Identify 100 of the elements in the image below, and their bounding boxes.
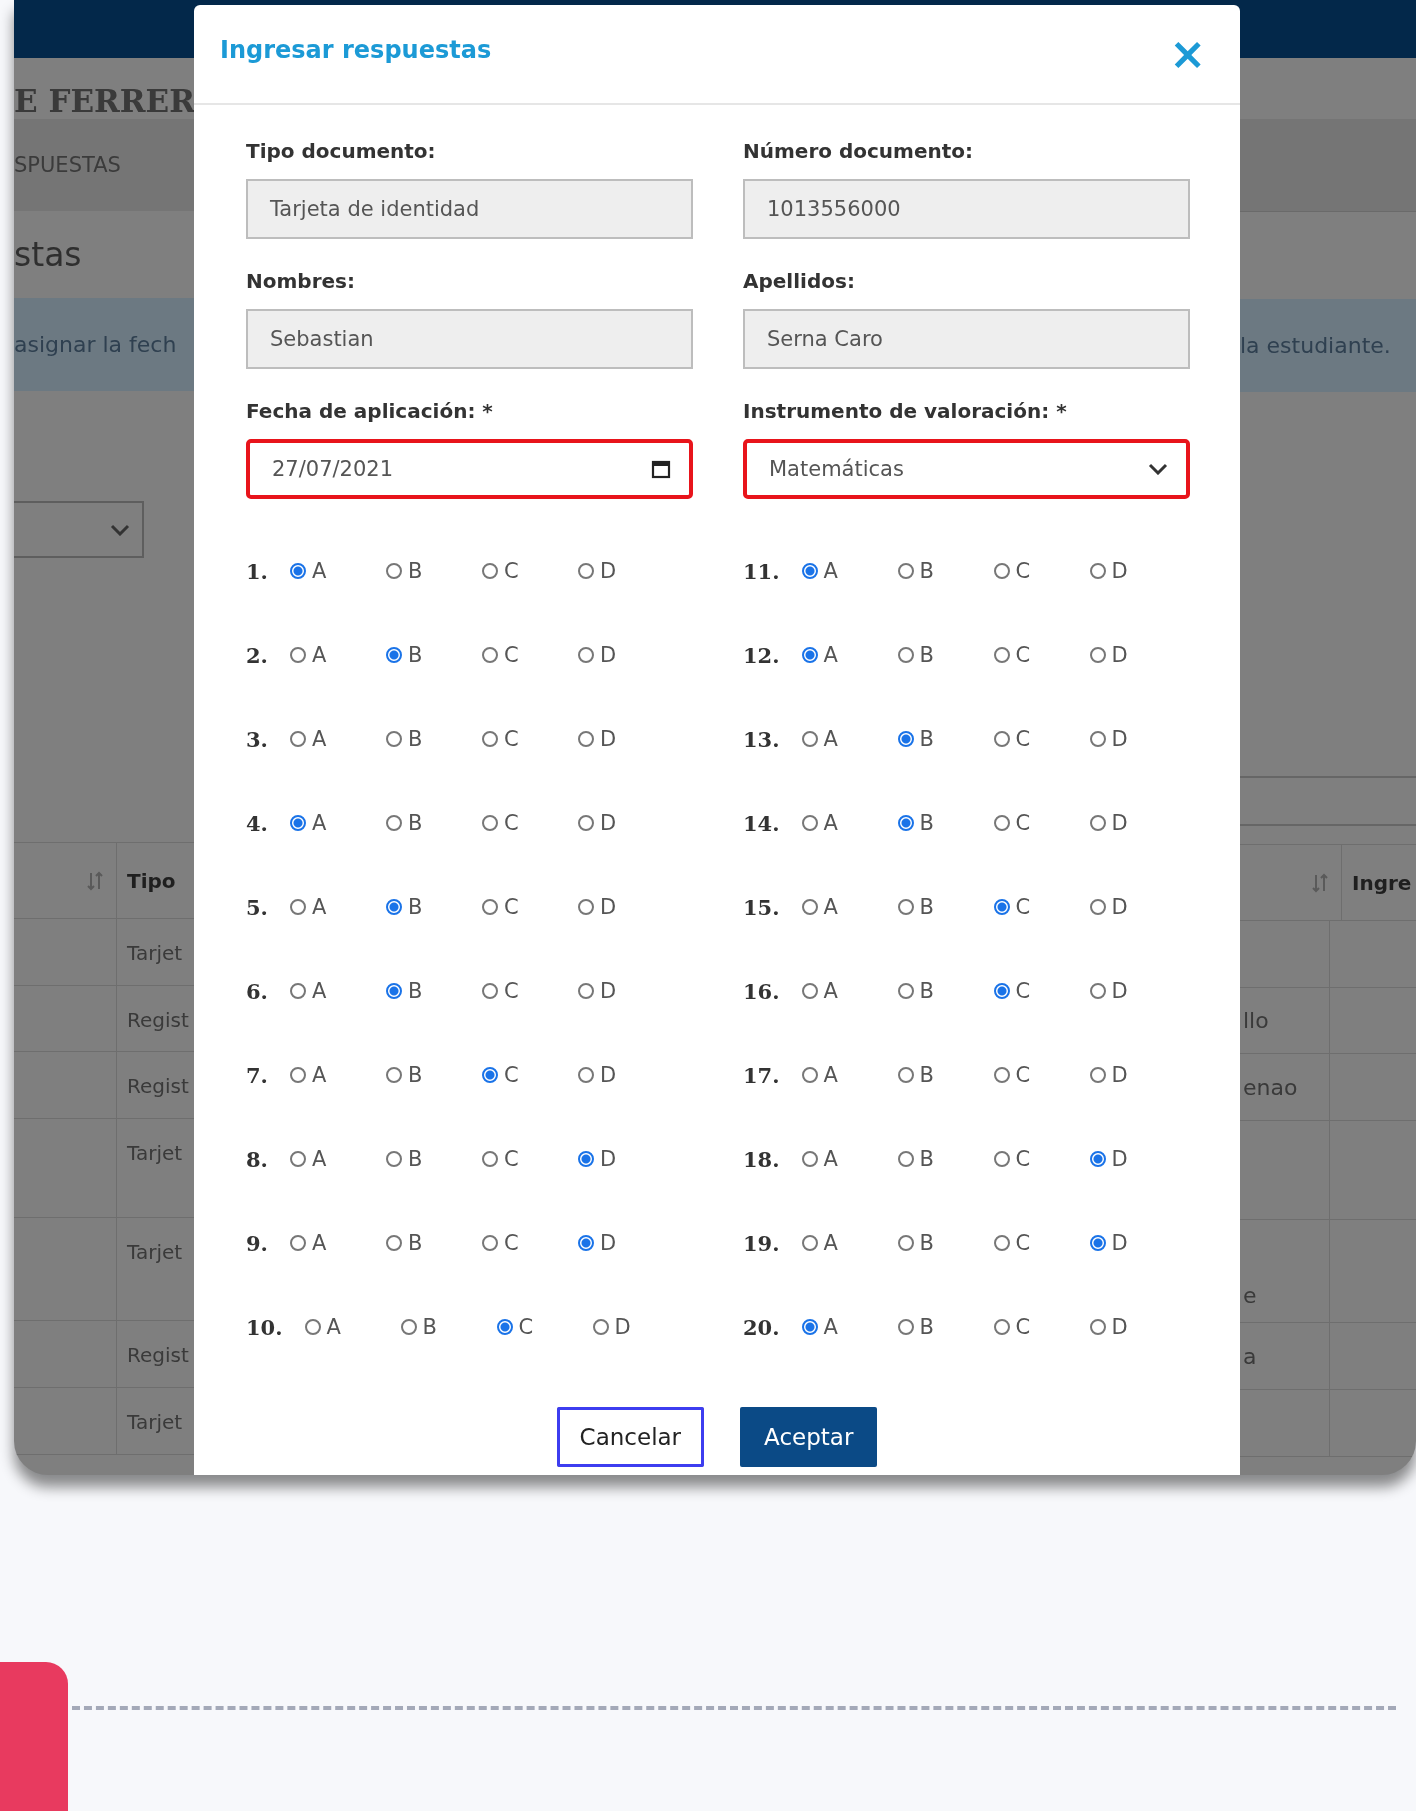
- radio-button[interactable]: [1089, 563, 1106, 579]
- radio-button[interactable]: [481, 647, 498, 663]
- radio-button[interactable]: [993, 899, 1010, 915]
- radio-button[interactable]: [801, 1067, 818, 1083]
- radio-button[interactable]: [897, 563, 914, 579]
- radio-button[interactable]: [801, 815, 818, 831]
- radio-button[interactable]: [801, 899, 818, 915]
- radio-button[interactable]: [385, 1067, 402, 1083]
- input-field[interactable]: Serna Caro: [743, 309, 1190, 369]
- radio-button[interactable]: [385, 983, 402, 999]
- radio-button[interactable]: [993, 983, 1010, 999]
- radio-button[interactable]: [897, 1319, 914, 1335]
- radio-button[interactable]: [289, 1067, 306, 1083]
- radio-button[interactable]: [385, 731, 402, 747]
- radio-button[interactable]: [577, 563, 594, 579]
- radio-button[interactable]: [801, 1319, 818, 1335]
- date-field[interactable]: 27/07/2021: [246, 439, 693, 499]
- input-field[interactable]: 1013556000: [743, 179, 1190, 239]
- radio-button[interactable]: [897, 1151, 914, 1167]
- radio-button[interactable]: [289, 1235, 306, 1251]
- option-label: D: [599, 1231, 617, 1255]
- radio-button[interactable]: [897, 1067, 914, 1083]
- radio-button[interactable]: [993, 647, 1010, 663]
- radio-button[interactable]: [481, 1067, 498, 1083]
- option-label: B: [919, 643, 934, 667]
- radio-button[interactable]: [801, 647, 818, 663]
- radio-button[interactable]: [577, 899, 594, 915]
- radio-button[interactable]: [481, 815, 498, 831]
- radio-button[interactable]: [993, 731, 1010, 747]
- radio-button[interactable]: [481, 899, 498, 915]
- radio-button[interactable]: [481, 1151, 498, 1167]
- radio-button[interactable]: [1089, 1151, 1106, 1167]
- radio-button[interactable]: [801, 983, 818, 999]
- radio-button[interactable]: [897, 815, 914, 831]
- option-label: C: [1015, 1147, 1031, 1171]
- radio-button[interactable]: [1089, 899, 1106, 915]
- radio-button[interactable]: [993, 1151, 1010, 1167]
- radio-button[interactable]: [577, 647, 594, 663]
- radio-button[interactable]: [496, 1319, 513, 1335]
- radio-button[interactable]: [993, 563, 1010, 579]
- radio-button[interactable]: [1089, 1235, 1106, 1251]
- radio-button[interactable]: [289, 899, 306, 915]
- radio-button[interactable]: [304, 1319, 321, 1335]
- option-label: D: [1111, 643, 1128, 667]
- radio-button[interactable]: [1089, 731, 1106, 747]
- radio-button[interactable]: [481, 983, 498, 999]
- radio-button[interactable]: [577, 1151, 594, 1167]
- radio-button[interactable]: [289, 983, 306, 999]
- radio-button[interactable]: [1089, 1067, 1106, 1083]
- input-field[interactable]: Tarjeta de identidad: [246, 179, 693, 239]
- radio-button[interactable]: [385, 1235, 402, 1251]
- radio-button[interactable]: [481, 731, 498, 747]
- dialog-title: Ingresar respuestas: [220, 36, 492, 64]
- radio-button[interactable]: [385, 647, 402, 663]
- radio-button[interactable]: [577, 731, 594, 747]
- radio-button[interactable]: [577, 1235, 594, 1251]
- input-field[interactable]: Sebastian: [246, 309, 693, 369]
- question-number: 19.: [743, 1230, 780, 1256]
- radio-button[interactable]: [993, 815, 1010, 831]
- radio-button[interactable]: [592, 1319, 609, 1335]
- question-number: 10.: [246, 1314, 283, 1340]
- field-label: Tipo documento:: [246, 139, 437, 163]
- radio-button[interactable]: [1089, 815, 1106, 831]
- radio-button[interactable]: [289, 815, 306, 831]
- radio-button[interactable]: [400, 1319, 417, 1335]
- radio-button[interactable]: [993, 1067, 1010, 1083]
- radio-button[interactable]: [801, 563, 818, 579]
- radio-button[interactable]: [289, 563, 306, 579]
- radio-button[interactable]: [577, 983, 594, 999]
- radio-button[interactable]: [385, 1151, 402, 1167]
- radio-button[interactable]: [801, 1235, 818, 1251]
- radio-button[interactable]: [897, 647, 914, 663]
- dropdown[interactable]: Matemáticas: [743, 439, 1190, 499]
- accept-button[interactable]: Aceptar: [740, 1407, 878, 1467]
- radio-button[interactable]: [897, 983, 914, 999]
- radio-button[interactable]: [1089, 647, 1106, 663]
- radio-button[interactable]: [577, 1067, 594, 1083]
- radio-button[interactable]: [897, 899, 914, 915]
- radio-button[interactable]: [1089, 983, 1106, 999]
- radio-button[interactable]: [385, 815, 402, 831]
- radio-button[interactable]: [289, 731, 306, 747]
- radio-button[interactable]: [385, 563, 402, 579]
- radio-button[interactable]: [897, 1235, 914, 1251]
- radio-button[interactable]: [577, 815, 594, 831]
- question-number: 7.: [246, 1062, 268, 1088]
- radio-button[interactable]: [481, 1235, 498, 1251]
- option-label: C: [503, 979, 519, 1003]
- radio-button[interactable]: [1089, 1319, 1106, 1335]
- radio-button[interactable]: [289, 1151, 306, 1167]
- radio-button[interactable]: [993, 1235, 1010, 1251]
- radio-button[interactable]: [897, 731, 914, 747]
- radio-button[interactable]: [993, 1319, 1010, 1335]
- sort-icon: [86, 870, 104, 891]
- radio-button[interactable]: [481, 563, 498, 579]
- radio-button[interactable]: [385, 899, 402, 915]
- radio-button[interactable]: [801, 731, 818, 747]
- option-label: B: [407, 1147, 423, 1171]
- cancel-button[interactable]: Cancelar: [556, 1407, 705, 1467]
- radio-button[interactable]: [289, 647, 306, 663]
- radio-button[interactable]: [801, 1151, 818, 1167]
